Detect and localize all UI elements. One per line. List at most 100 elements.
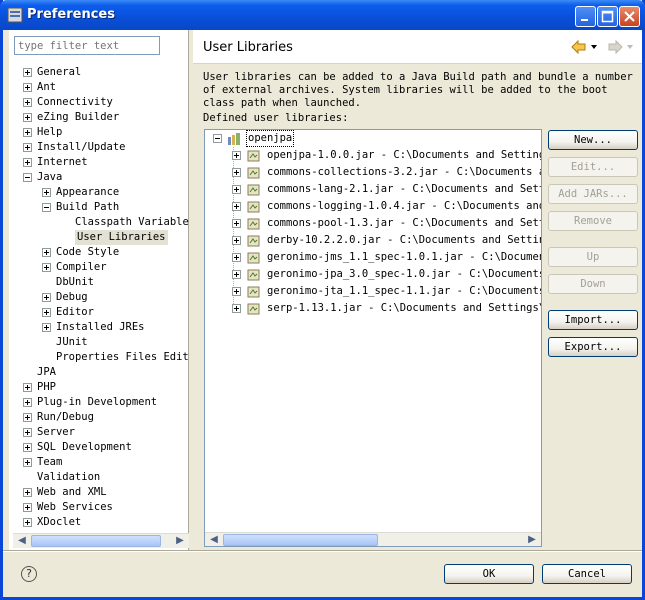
expand-icon[interactable] (23, 143, 32, 152)
scroll-thumb[interactable] (31, 535, 161, 547)
jar-icon (247, 235, 260, 247)
collapse-icon[interactable] (23, 173, 32, 182)
jar-label: geronimo-jta_1.1_spec-1.1.jar - C:\Docum… (267, 285, 542, 297)
edit-button[interactable]: Edit... (548, 157, 638, 177)
tree-label: Java (37, 171, 63, 183)
help-icon[interactable]: ? (21, 566, 37, 582)
remove-button[interactable]: Remove (548, 211, 638, 231)
close-button[interactable] (619, 6, 640, 27)
tree-label: Web and XML (37, 486, 107, 498)
expand-icon[interactable] (232, 253, 241, 262)
new-button[interactable]: New... (548, 130, 638, 150)
tree-label: Help (37, 126, 63, 138)
library-name: openjpa (246, 130, 295, 147)
expand-icon[interactable] (23, 488, 32, 497)
back-arrow-icon[interactable] (571, 40, 599, 54)
expand-icon[interactable] (42, 263, 51, 272)
libraries-horizontal-scrollbar[interactable]: ◀ ▶ (205, 532, 541, 546)
preferences-tree: General Ant Connectivity eZing Builder H… (9, 62, 189, 532)
expand-icon[interactable] (232, 236, 241, 245)
expand-icon[interactable] (42, 248, 51, 257)
tree-label: Install/Update (37, 141, 126, 153)
forward-arrow-icon[interactable] (607, 40, 635, 54)
up-button[interactable]: Up (548, 247, 638, 267)
tree-label: eZing Builder (37, 111, 120, 123)
filter-input[interactable] (14, 36, 160, 55)
jar-label: geronimo-jpa_3.0_spec-1.0.jar - C:\Docum… (267, 268, 542, 280)
down-button[interactable]: Down (548, 274, 638, 294)
jar-label: commons-logging-1.0.4.jar - C:\Documents… (267, 200, 542, 212)
expand-icon[interactable] (232, 304, 241, 313)
expand-icon[interactable] (232, 185, 241, 194)
title-bar[interactable]: Preferences (0, 0, 645, 30)
expand-icon[interactable] (23, 518, 32, 527)
expand-icon[interactable] (23, 428, 32, 437)
user-libraries-tree[interactable]: openjpa openjpa-1.0.0.jar - C:\Documents… (204, 129, 542, 547)
maximize-button[interactable] (597, 6, 618, 27)
jar-icon (247, 201, 260, 213)
expand-icon[interactable] (23, 113, 32, 122)
tree-label: General (37, 66, 82, 78)
library-icon (228, 133, 240, 145)
tree-label: Plug-in Development (37, 396, 158, 408)
expand-icon[interactable] (42, 323, 51, 332)
tree-label: Internet (37, 156, 88, 168)
export-button[interactable]: Export... (548, 337, 638, 357)
tree-label: Installed JREs (56, 321, 145, 333)
jar-icon (247, 150, 260, 162)
import-button[interactable]: Import... (548, 310, 638, 330)
expand-icon[interactable] (23, 128, 32, 137)
expand-icon[interactable] (23, 83, 32, 92)
maximize-icon (601, 10, 614, 23)
jar-icon (247, 303, 260, 315)
scroll-left-icon[interactable]: ◀ (207, 533, 221, 546)
cancel-button[interactable]: Cancel (542, 564, 632, 584)
scroll-right-icon[interactable]: ▶ (173, 534, 187, 548)
collapse-icon[interactable] (213, 134, 222, 143)
tree-label: Validation (37, 471, 101, 483)
expand-icon[interactable] (23, 98, 32, 107)
tree-label: PHP (37, 381, 56, 393)
jar-label: derby-10.2.2.0.jar - C:\Documents and Se… (267, 234, 542, 246)
tree-label: Appearance (56, 186, 120, 198)
jar-icon (247, 252, 260, 264)
expand-icon[interactable] (23, 68, 32, 77)
scroll-left-icon[interactable]: ◀ (15, 534, 29, 548)
expand-icon[interactable] (23, 398, 32, 407)
page-description: User libraries can be added to a Java Bu… (203, 71, 633, 109)
expand-icon[interactable] (232, 219, 241, 228)
ok-button[interactable]: OK (444, 564, 534, 584)
expand-icon[interactable] (42, 308, 51, 317)
expand-icon[interactable] (23, 443, 32, 452)
preferences-nav-panel: General Ant Connectivity eZing Builder H… (9, 30, 189, 550)
preferences-icon (7, 7, 23, 23)
expand-icon[interactable] (232, 270, 241, 279)
tree-label: Compiler (56, 261, 107, 273)
expand-icon[interactable] (42, 188, 51, 197)
expand-icon[interactable] (23, 413, 32, 422)
jar-icon (247, 167, 260, 179)
nav-horizontal-scrollbar[interactable]: ◀ ▶ (13, 533, 189, 548)
tree-label: Classpath Variables (75, 216, 189, 228)
expand-icon[interactable] (23, 158, 32, 167)
minimize-button[interactable] (575, 6, 596, 27)
expand-icon[interactable] (42, 293, 51, 302)
add-jars-button[interactable]: Add JARs... (548, 184, 638, 204)
jar-icon (247, 269, 260, 281)
expand-icon[interactable] (23, 503, 32, 512)
collapse-icon[interactable] (42, 203, 51, 212)
expand-icon[interactable] (232, 151, 241, 160)
close-icon (624, 11, 635, 22)
scroll-right-icon[interactable]: ▶ (525, 533, 539, 546)
expand-icon[interactable] (232, 168, 241, 177)
scroll-thumb[interactable] (223, 534, 378, 546)
expand-icon[interactable] (23, 458, 32, 467)
defined-libraries-label: Defined user libraries: (203, 112, 349, 124)
jar-icon (247, 184, 260, 196)
expand-icon[interactable] (23, 383, 32, 392)
expand-icon[interactable] (232, 287, 241, 296)
tree-label: Build Path (56, 201, 120, 213)
minimize-icon (581, 19, 588, 21)
page-title: User Libraries (203, 40, 293, 55)
expand-icon[interactable] (232, 202, 241, 211)
